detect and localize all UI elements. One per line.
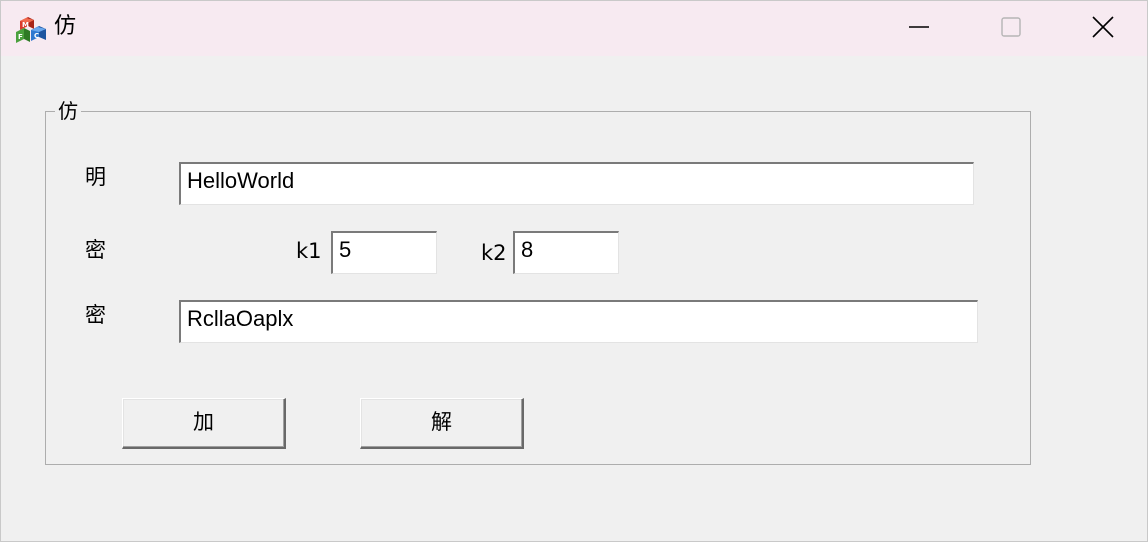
close-icon: [1092, 15, 1114, 42]
mfc-app-icon: M F C: [15, 12, 48, 44]
plaintext-label: 明: [85, 165, 106, 189]
app-window: M F C 仿 仿 明 HelloWorld 密 k1 5 k2 8 密 Rcl…: [0, 0, 1148, 542]
svg-text:M: M: [22, 21, 29, 29]
minimize-button[interactable]: [873, 1, 965, 56]
maximize-icon: [1000, 16, 1022, 42]
maximize-button[interactable]: [965, 1, 1057, 56]
ciphertext-input[interactable]: RcllaOaplx: [179, 300, 978, 343]
ciphertext-label: 密: [85, 303, 106, 327]
window-title: 仿: [54, 14, 77, 39]
plaintext-input[interactable]: HelloWorld: [179, 162, 974, 205]
k1-input[interactable]: 5: [331, 231, 437, 274]
decrypt-button[interactable]: 解: [360, 398, 524, 449]
minimize-icon: [908, 16, 930, 42]
title-bar[interactable]: M F C 仿: [1, 1, 1147, 56]
close-button[interactable]: [1057, 1, 1147, 56]
svg-text:F: F: [18, 33, 23, 41]
svg-text:C: C: [34, 32, 39, 40]
k2-label: k2: [481, 241, 507, 265]
k2-input[interactable]: 8: [513, 231, 619, 274]
key-label: 密: [85, 238, 106, 262]
encrypt-button[interactable]: 加: [122, 398, 286, 449]
k1-label: k1: [296, 239, 322, 263]
groupbox-legend: 仿: [55, 97, 81, 125]
